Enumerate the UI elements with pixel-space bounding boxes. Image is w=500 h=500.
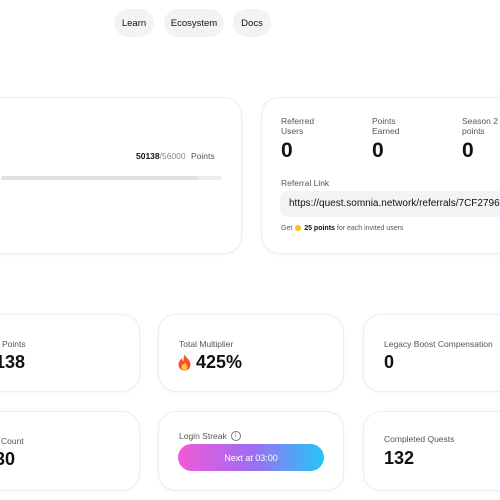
- points-max: /56000: [159, 151, 186, 161]
- referral-link-label: Referral Link: [281, 178, 330, 188]
- season2-points-stat: Season 2 points 0: [462, 116, 498, 163]
- coin-icon: [295, 225, 302, 232]
- completed-quests-value: 132: [384, 448, 415, 468]
- points-stat-label: Points: [2, 339, 26, 349]
- referral-link-field[interactable]: https://quest.somnia.network/referrals/7…: [280, 191, 500, 217]
- points-earned-value: 0: [372, 139, 384, 162]
- referred-users-label-2: Users: [281, 126, 304, 136]
- points-stat-card: Points 138: [0, 314, 140, 392]
- points-progress-card: 50138/56000 Points: [0, 97, 242, 254]
- season2-label-1: Season 2: [462, 116, 498, 126]
- total-multiplier-card: Total Multiplier 425%: [158, 314, 344, 392]
- total-multiplier-value: 425%: [196, 352, 243, 372]
- points-progress-text: 50138/56000 Points: [136, 151, 215, 161]
- points-earned-label-2: Earned: [372, 126, 400, 136]
- points-unit: Points: [191, 151, 215, 161]
- legacy-boost-label: Legacy Boost Compensation: [384, 339, 493, 349]
- points-stat-value: 138: [0, 352, 26, 372]
- season2-value: 0: [462, 139, 474, 162]
- referred-users-value: 0: [281, 139, 293, 162]
- referred-users-stat: Referred Users 0: [281, 116, 314, 163]
- referral-footer-points: 25 points: [304, 225, 335, 232]
- season2-label-2: points: [462, 126, 485, 136]
- count-stat-value: 30: [0, 449, 16, 469]
- points-progress-fill: [1, 176, 199, 180]
- login-streak-header: Login Streak i: [179, 431, 241, 441]
- login-streak-card: Login Streak i Next at 03:00: [158, 411, 344, 491]
- legacy-boost-value: 0: [384, 352, 395, 372]
- fire-icon: [178, 354, 191, 371]
- referral-footer-prefix: Get: [281, 225, 293, 232]
- completed-quests-card: Completed Quests 132: [363, 411, 500, 491]
- referral-card: Referred Users 0 Points Earned 0 Season …: [261, 97, 500, 254]
- info-icon[interactable]: i: [230, 431, 241, 441]
- count-stat-card: Count 30: [0, 411, 140, 491]
- completed-quests-label: Completed Quests: [384, 434, 455, 444]
- total-multiplier-label: Total Multiplier: [179, 339, 234, 349]
- referral-footer-suffix: for each invited users: [336, 225, 404, 232]
- points-current: 50138: [136, 151, 160, 161]
- points-earned-label-1: Points: [372, 116, 396, 126]
- login-streak-label: Login Streak: [179, 431, 227, 441]
- next-login-button[interactable]: Next at 03:00: [178, 444, 324, 471]
- points-progress-track: [1, 176, 222, 180]
- nav-docs[interactable]: Docs: [233, 9, 271, 37]
- total-multiplier-row: 425%: [178, 352, 242, 373]
- referral-link-url: https://quest.somnia.network/referrals/7…: [289, 198, 500, 209]
- points-earned-stat: Points Earned 0: [372, 116, 399, 163]
- referred-users-label-1: Referred: [281, 116, 315, 126]
- count-stat-label: Count: [1, 436, 24, 446]
- nav-ecosystem[interactable]: Ecosystem: [164, 9, 224, 37]
- nav-learn[interactable]: Learn: [114, 9, 154, 37]
- referral-footer: Get 25 points for each invited users: [281, 225, 403, 232]
- legacy-boost-card: Legacy Boost Compensation 0: [363, 314, 500, 392]
